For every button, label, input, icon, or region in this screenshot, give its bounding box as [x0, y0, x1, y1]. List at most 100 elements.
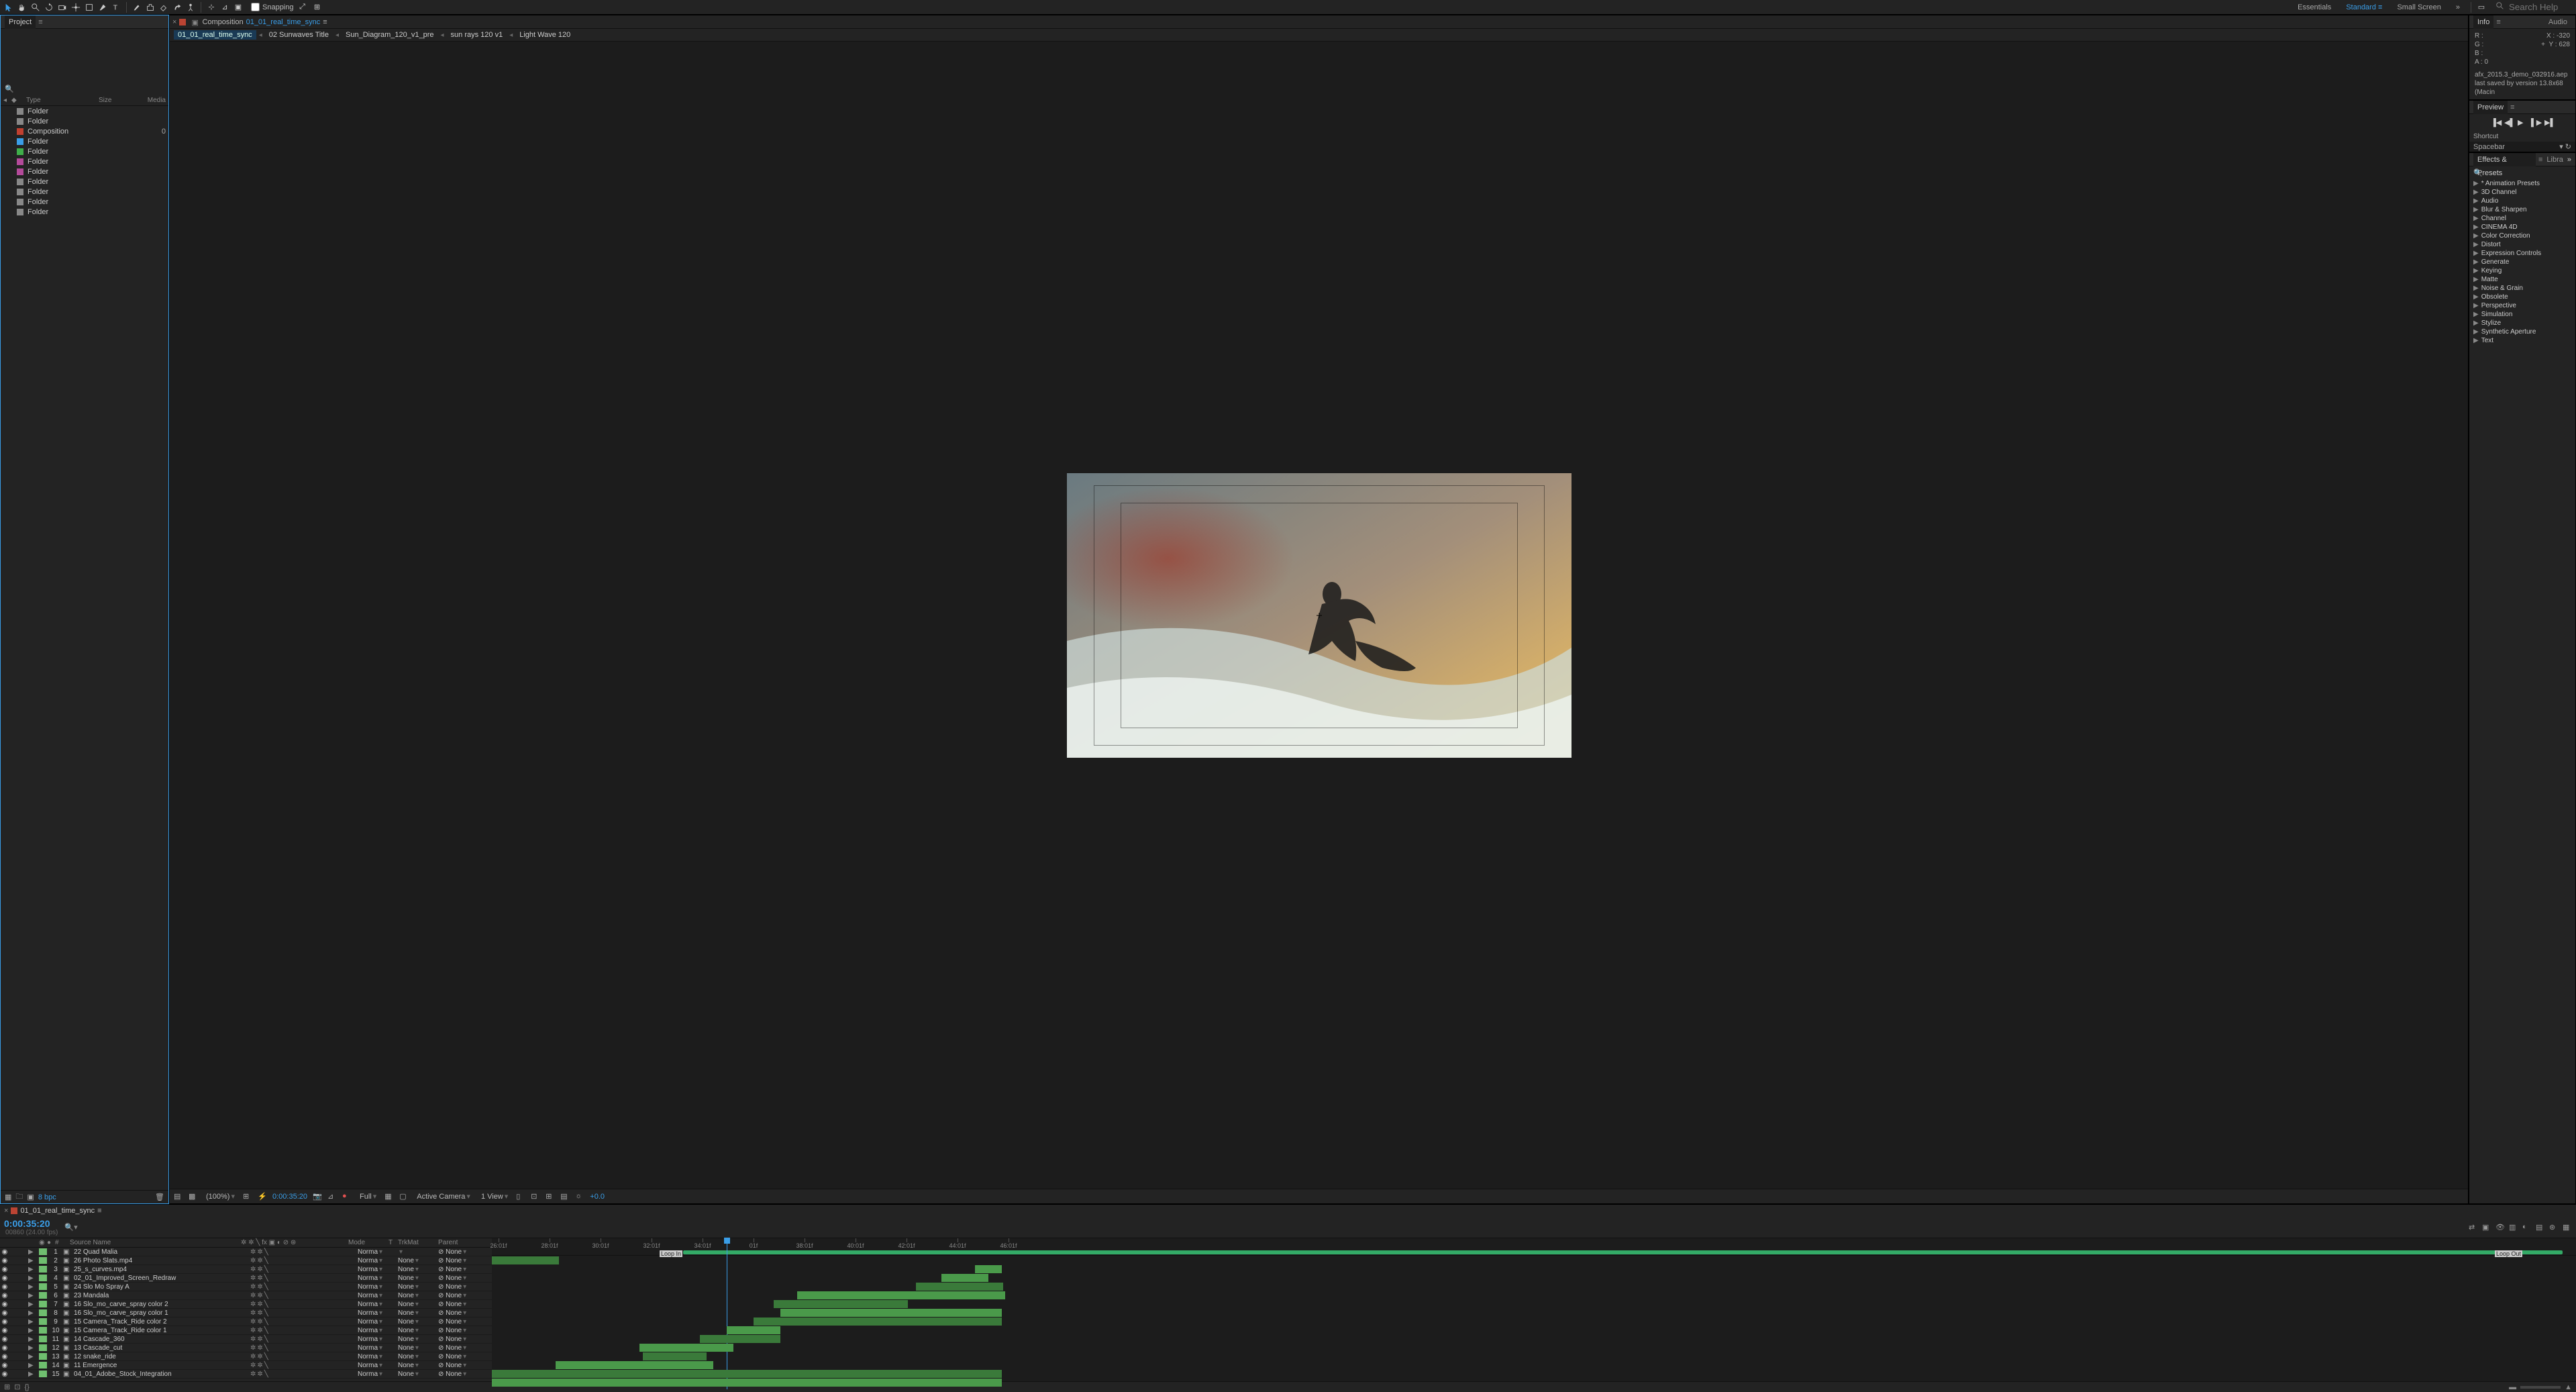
layer-bar[interactable]	[556, 1361, 713, 1369]
zoom-scroll-bar[interactable]	[683, 1250, 2563, 1254]
composition-viewer[interactable]	[170, 42, 2468, 1189]
search-icon[interactable]: 🔍▾	[64, 1223, 77, 1232]
visibility-toggle[interactable]: ◉	[0, 1353, 9, 1360]
project-item-list[interactable]: FolderFolderComposition0FolderFolderFold…	[1, 106, 168, 1190]
resolution-icon[interactable]: ⊞	[243, 1192, 252, 1201]
roi-icon[interactable]: ▢	[399, 1192, 409, 1201]
layer-bar[interactable]	[916, 1283, 1003, 1291]
effects-category[interactable]: ▶Perspective	[2469, 301, 2575, 310]
effects-category[interactable]: ▶CINEMA 4D	[2469, 223, 2575, 232]
panel-menu-icon[interactable]: ≡	[2510, 103, 2514, 111]
workspace-essentials[interactable]: Essentials	[2291, 0, 2338, 15]
effects-list[interactable]: ▶* Animation Presets▶3D Channel▶Audio▶Bl…	[2469, 179, 2575, 1203]
layer-bar[interactable]	[700, 1335, 780, 1343]
breadcrumb-item[interactable]: 01_01_real_time_sync	[174, 30, 256, 40]
brush-tool[interactable]	[131, 1, 143, 13]
timeline-current-time[interactable]: 0:00:35:20	[4, 1218, 58, 1229]
timeline-layer-row[interactable]: ◉▶13▣12 snake_ride✲✲╲Norma▾None▾⊘ None▾	[0, 1352, 492, 1361]
type-tool[interactable]: T	[110, 1, 122, 13]
snapshot-icon[interactable]: 📷	[313, 1192, 322, 1201]
timeline-tab-name[interactable]: 01_01_real_time_sync	[20, 1207, 95, 1215]
layer-bar[interactable]	[727, 1326, 780, 1334]
layer-bar[interactable]	[780, 1309, 1002, 1317]
visibility-toggle[interactable]: ◉	[0, 1275, 9, 1282]
search-help-input[interactable]	[2509, 2, 2569, 12]
timeline-layer-list[interactable]: ◉▶1▣22 Quad Malia✲✲╲Norma▾▾⊘ None▾◉▶2▣26…	[0, 1248, 492, 1381]
layer-bar[interactable]	[975, 1265, 1002, 1273]
effects-category[interactable]: ▶Expression Controls	[2469, 249, 2575, 258]
local-axis-icon[interactable]: ⊹	[205, 1, 217, 13]
close-tab-icon[interactable]: ×	[172, 18, 176, 26]
effects-category[interactable]: ▶Keying	[2469, 266, 2575, 275]
effects-category[interactable]: ▶Channel	[2469, 214, 2575, 223]
timeline-layer-row[interactable]: ◉▶10▣15 Camera_Track_Ride color 1✲✲╲Norm…	[0, 1326, 492, 1335]
visibility-toggle[interactable]: ◉	[0, 1344, 9, 1352]
workspace-standard[interactable]: Standard ≡	[2339, 0, 2389, 15]
timeline-layer-row[interactable]: ◉▶6▣23 Mandala✲✲╲Norma▾None▾⊘ None▾	[0, 1291, 492, 1300]
camera-tool[interactable]	[56, 1, 68, 13]
new-comp-icon[interactable]: ▣	[27, 1193, 34, 1201]
effects-category[interactable]: ▶3D Channel	[2469, 188, 2575, 197]
effects-category[interactable]: ▶Color Correction	[2469, 232, 2575, 240]
layer-bar[interactable]	[774, 1300, 908, 1308]
guides-icon[interactable]: ▤	[560, 1192, 570, 1201]
visibility-toggle[interactable]: ◉	[0, 1283, 9, 1291]
project-item[interactable]: Folder	[1, 166, 168, 177]
timeline-layer-row[interactable]: ◉▶8▣16 Slo_mo_carve_spray color 1✲✲╲Norm…	[0, 1309, 492, 1318]
info-tab[interactable]: Info	[2473, 15, 2493, 29]
exposure-value[interactable]: +0.0	[590, 1193, 605, 1201]
effects-category[interactable]: ▶Generate	[2469, 258, 2575, 266]
views-select[interactable]: 1 View	[478, 1192, 511, 1201]
visibility-toggle[interactable]: ◉	[0, 1336, 9, 1343]
close-tab-icon[interactable]: ×	[4, 1207, 8, 1215]
sync-settings-icon[interactable]: ▭	[2475, 1, 2487, 13]
project-item[interactable]: Folder	[1, 197, 168, 207]
visibility-toggle[interactable]: ◉	[0, 1362, 9, 1369]
zoom-level[interactable]: (100%)	[203, 1192, 238, 1201]
visibility-toggle[interactable]: ◉	[0, 1318, 9, 1326]
shortcut-select[interactable]: Spacebar▾ ↻	[2469, 142, 2575, 152]
layer-bar[interactable]	[754, 1318, 1002, 1326]
breadcrumb-item[interactable]: 02 Sunwaves Title	[265, 30, 333, 40]
frame-blend-icon[interactable]: ▥	[2509, 1223, 2518, 1232]
effects-category[interactable]: ▶Stylize	[2469, 319, 2575, 328]
view-axis-icon[interactable]: ▣	[232, 1, 244, 13]
timeline-layer-row[interactable]: ◉▶2▣26 Photo Slats.mp4✲✲╲Norma▾None▾⊘ No…	[0, 1256, 492, 1265]
fast-draft-icon[interactable]: ⊡	[531, 1192, 540, 1201]
zoom-tool[interactable]	[30, 1, 42, 13]
effects-category[interactable]: ▶Blur & Sharpen	[2469, 205, 2575, 214]
project-item[interactable]: Folder	[1, 156, 168, 166]
channel-icon[interactable]: ●	[342, 1192, 352, 1201]
clone-tool[interactable]	[144, 1, 156, 13]
effects-category[interactable]: ▶Obsolete	[2469, 293, 2575, 301]
preview-tab[interactable]: Preview	[2473, 101, 2508, 114]
rotate-tool[interactable]	[43, 1, 55, 13]
roto-tool[interactable]	[171, 1, 183, 13]
effects-category[interactable]: ▶Synthetic Aperture	[2469, 328, 2575, 336]
fast-preview-icon[interactable]: ⚡	[258, 1192, 267, 1201]
project-search-input[interactable]	[14, 84, 164, 94]
effects-search-input[interactable]	[2483, 168, 2571, 178]
next-frame-icon[interactable]: ▌▶	[2531, 118, 2540, 128]
toggle-panes-icon[interactable]: ⊡	[14, 1383, 20, 1391]
comp-mini-flowchart-icon[interactable]: ⇄	[2469, 1223, 2478, 1232]
visibility-toggle[interactable]: ◉	[0, 1266, 9, 1273]
visibility-toggle[interactable]: ◉	[0, 1309, 9, 1317]
camera-select[interactable]: Active Camera	[414, 1192, 473, 1201]
timeline-layer-row[interactable]: ◉▶7▣16 Slo_mo_carve_spray color 2✲✲╲Norm…	[0, 1300, 492, 1309]
expand-icon[interactable]: »	[2567, 156, 2571, 164]
layer-bar[interactable]	[643, 1352, 707, 1360]
project-item[interactable]: Folder	[1, 116, 168, 126]
comp-active-name[interactable]: 01_01_real_time_sync	[246, 18, 321, 26]
puppet-tool[interactable]	[185, 1, 197, 13]
effects-category[interactable]: ▶Distort	[2469, 240, 2575, 249]
zoom-in-icon[interactable]: ▲	[2565, 1383, 2572, 1391]
trash-icon[interactable]: 🗑	[155, 1193, 164, 1201]
breadcrumb-item[interactable]: Sun_Diagram_120_v1_pre	[342, 30, 437, 40]
workspace-smallscreen[interactable]: Small Screen	[2390, 0, 2447, 15]
first-frame-icon[interactable]: ▐◀	[2491, 118, 2500, 128]
pan-behind-tool[interactable]	[70, 1, 82, 13]
new-folder-icon[interactable]: 🗀	[15, 1191, 23, 1203]
layer-bar[interactable]	[492, 1256, 559, 1264]
project-item[interactable]: Folder	[1, 136, 168, 146]
